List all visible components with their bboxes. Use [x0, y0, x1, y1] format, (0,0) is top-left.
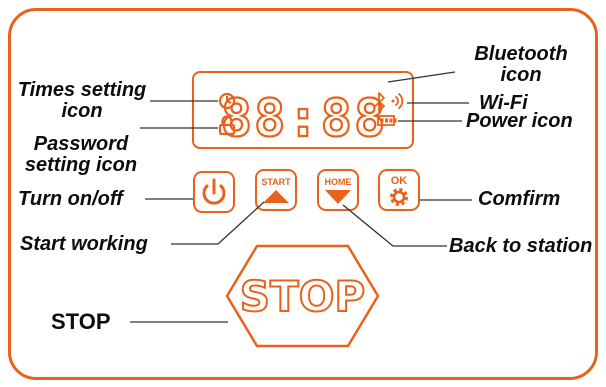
turn-on-off-label: Turn on/off	[18, 188, 123, 210]
stop-callout-label: STOP	[51, 309, 111, 334]
home-button[interactable]: HOME	[317, 169, 359, 211]
back-to-station-label: Back to station	[449, 235, 593, 257]
home-button-label: HOME	[325, 177, 352, 187]
time-digits: 88:88	[221, 89, 388, 149]
times-setting-callout: Times setting icon	[10, 80, 154, 122]
password-setting-callout: Password setting icon	[22, 134, 140, 176]
password-setting-label: Password	[33, 133, 129, 155]
start-button-label: START	[261, 177, 291, 187]
times-setting-label-2: icon	[61, 100, 103, 122]
ok-button-label: OK	[391, 175, 408, 187]
power-icon-label: Power icon	[466, 110, 573, 132]
times-setting-label: Times setting	[17, 79, 147, 101]
bluetooth-label-2: icon	[500, 64, 542, 86]
power-icon	[202, 178, 226, 205]
confirm-label: Comfirm	[478, 188, 561, 210]
gear-icon	[390, 188, 408, 206]
password-setting-label-2: setting icon	[24, 154, 138, 176]
wifi-icon	[391, 93, 404, 109]
triangle-up-icon	[263, 190, 289, 203]
bluetooth-label: Bluetooth	[474, 43, 568, 65]
start-working-label: Start working	[20, 233, 148, 255]
ok-button[interactable]: OK	[378, 169, 420, 211]
bluetooth-callout: Bluetooth icon	[458, 44, 584, 86]
stop-button[interactable]: STOP	[225, 244, 380, 348]
power-button[interactable]	[193, 171, 235, 213]
triangle-down-icon	[325, 190, 351, 204]
stop-button-label: STOP	[240, 272, 365, 321]
